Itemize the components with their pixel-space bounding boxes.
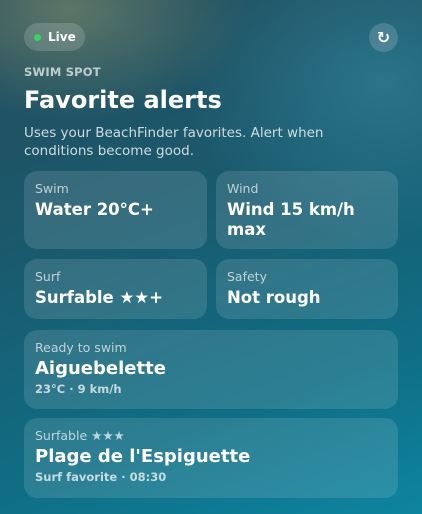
- condition-label: Surf: [35, 269, 61, 284]
- condition-value: Water 20°C+: [35, 200, 154, 219]
- page-subtitle: Uses your BeachFinder favorites. Alert w…: [24, 125, 324, 159]
- condition-value: Surfable ★★+: [35, 288, 163, 307]
- condition-card-surf[interactable]: Surf Surfable ★★+: [24, 259, 207, 319]
- refresh-icon: ↻: [376, 27, 391, 47]
- condition-value: Not rough: [227, 288, 321, 307]
- alert-card-espiguette[interactable]: Surfable ★★★ Plage de l'Espiguette Surf …: [24, 418, 398, 498]
- condition-card-wind[interactable]: Wind Wind 15 km/h max: [216, 171, 398, 249]
- alert-spot-name: Aiguebelette: [35, 358, 166, 379]
- section-eyebrow: SWIM SPOT: [24, 65, 101, 79]
- condition-card-swim[interactable]: Swim Water 20°C+: [24, 171, 207, 249]
- live-dot-icon: [34, 33, 41, 41]
- refresh-button[interactable]: ↻: [369, 23, 398, 52]
- page-title: Favorite alerts: [24, 86, 222, 114]
- alert-status: Ready to swim: [35, 340, 127, 355]
- live-status-badge: Live: [24, 23, 85, 51]
- condition-label: Safety: [227, 269, 267, 284]
- alert-spot-name: Plage de l'Espiguette: [35, 446, 251, 467]
- alert-meta: 23°C · 9 km/h: [35, 382, 122, 396]
- live-label: Live: [48, 30, 76, 44]
- condition-label: Swim: [35, 181, 69, 196]
- condition-label: Wind: [227, 181, 259, 196]
- alert-card-aiguebelette[interactable]: Ready to swim Aiguebelette 23°C · 9 km/h: [24, 330, 398, 409]
- condition-card-safety[interactable]: Safety Not rough: [216, 259, 398, 319]
- condition-value: Wind 15 km/h max: [227, 200, 355, 239]
- alert-status: Surfable ★★★: [35, 428, 125, 443]
- alert-meta: Surf favorite · 08:30: [35, 470, 167, 484]
